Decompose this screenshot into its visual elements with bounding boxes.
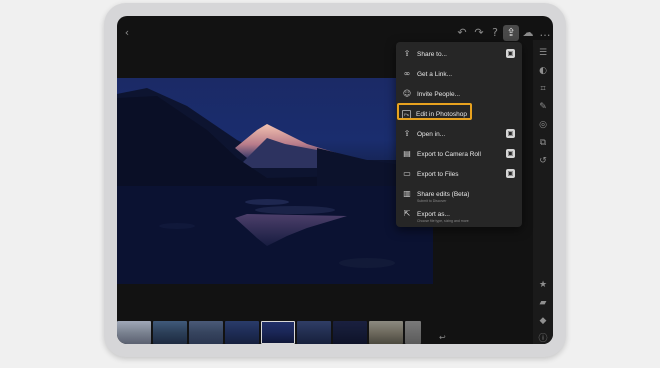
- edit-panel-rail: ☰ ◐ ⌗ ✎ ◎ ⧉ ↺ ★ ▰ ◆ ⓘ: [533, 40, 553, 344]
- thumbnail[interactable]: [405, 321, 421, 344]
- menu-item-export-files[interactable]: ▭ Export to Files ▣: [396, 165, 522, 183]
- highlight-box: [397, 103, 472, 120]
- presets-icon[interactable]: ◐: [536, 64, 550, 78]
- thumbnail[interactable]: [189, 321, 223, 344]
- thumbnail[interactable]: [225, 321, 259, 344]
- app-badge-icon: ▣: [506, 49, 515, 58]
- menu-item-edit-in-photoshop[interactable]: Ps Edit in Photoshop: [396, 103, 522, 123]
- export-icon: ⇱: [403, 209, 411, 218]
- chevron-left-icon[interactable]: ‹: [119, 25, 135, 41]
- main-photo[interactable]: [117, 78, 433, 284]
- thumbnail[interactable]: [153, 321, 187, 344]
- app-badge-icon: ▣: [506, 169, 515, 178]
- menu-item-share-edits[interactable]: ▥ Share edits (Beta) Submit to Discover: [396, 185, 522, 203]
- share-menu: ⇪ Share to... ▣ ∞ Get a Link... ☺ Invite…: [396, 42, 522, 227]
- history-icon[interactable]: ↺: [536, 154, 550, 168]
- cloud-icon[interactable]: ☁: [520, 25, 536, 41]
- menu-item-open-in[interactable]: ⇪ Open in... ▣: [396, 125, 522, 143]
- info-icon[interactable]: ⓘ: [536, 332, 550, 344]
- lightroom-screen: ‹ ↶ ↷ ? ⇪ ☁ … ↩ ☰ ◐ ⌗ ✎ ◎ ⧉ ↺ ★ ▰ ◆ ⓘ ⇪ …: [117, 16, 553, 344]
- app-badge-icon: ▣: [506, 129, 515, 138]
- undo-icon[interactable]: ↶: [454, 25, 470, 41]
- thumbnail[interactable]: [117, 321, 151, 344]
- menu-item-invite-people[interactable]: ☺ Invite People...: [396, 85, 522, 103]
- more-icon[interactable]: …: [537, 25, 553, 41]
- thumbnail[interactable]: [333, 321, 367, 344]
- brush-icon[interactable]: ✎: [536, 100, 550, 114]
- thumbnail[interactable]: [369, 321, 403, 344]
- mountain-lake-image: [117, 88, 433, 284]
- comment-icon[interactable]: ▰: [536, 296, 550, 310]
- help-icon[interactable]: ?: [487, 25, 503, 41]
- people-icon: ☺: [402, 89, 412, 98]
- menu-item-export-as[interactable]: ⇱ Export as... Choose file type, sizing …: [396, 205, 522, 223]
- share-edits-icon: ▥: [403, 189, 411, 198]
- menu-item-get-link[interactable]: ∞ Get a Link...: [396, 65, 522, 83]
- menu-item-export-camera-roll[interactable]: ▤ Export to Camera Roll ▣: [396, 145, 522, 163]
- versions-icon[interactable]: ⧉: [536, 136, 550, 150]
- menu-item-share-to[interactable]: ⇪ Share to... ▣: [396, 45, 522, 63]
- tag-icon[interactable]: ◆: [536, 314, 550, 328]
- sliders-icon[interactable]: ☰: [536, 46, 550, 60]
- app-badge-icon: ▣: [506, 149, 515, 158]
- share-icon: ⇪: [403, 49, 411, 58]
- open-in-icon: ⇪: [403, 129, 411, 138]
- filmstrip: [117, 321, 433, 344]
- healing-icon[interactable]: ◎: [536, 118, 550, 132]
- redo-icon[interactable]: ↷: [471, 25, 487, 41]
- thumbnail-selected[interactable]: [261, 321, 295, 344]
- link-icon: ∞: [403, 69, 411, 78]
- star-icon[interactable]: ★: [536, 278, 550, 292]
- return-icon[interactable]: ↩: [439, 333, 449, 343]
- crop-icon[interactable]: ⌗: [536, 82, 550, 96]
- share-icon[interactable]: ⇪: [503, 25, 519, 41]
- thumbnail[interactable]: [297, 321, 331, 344]
- camera-roll-icon: ▤: [403, 149, 411, 158]
- folder-icon: ▭: [403, 169, 411, 178]
